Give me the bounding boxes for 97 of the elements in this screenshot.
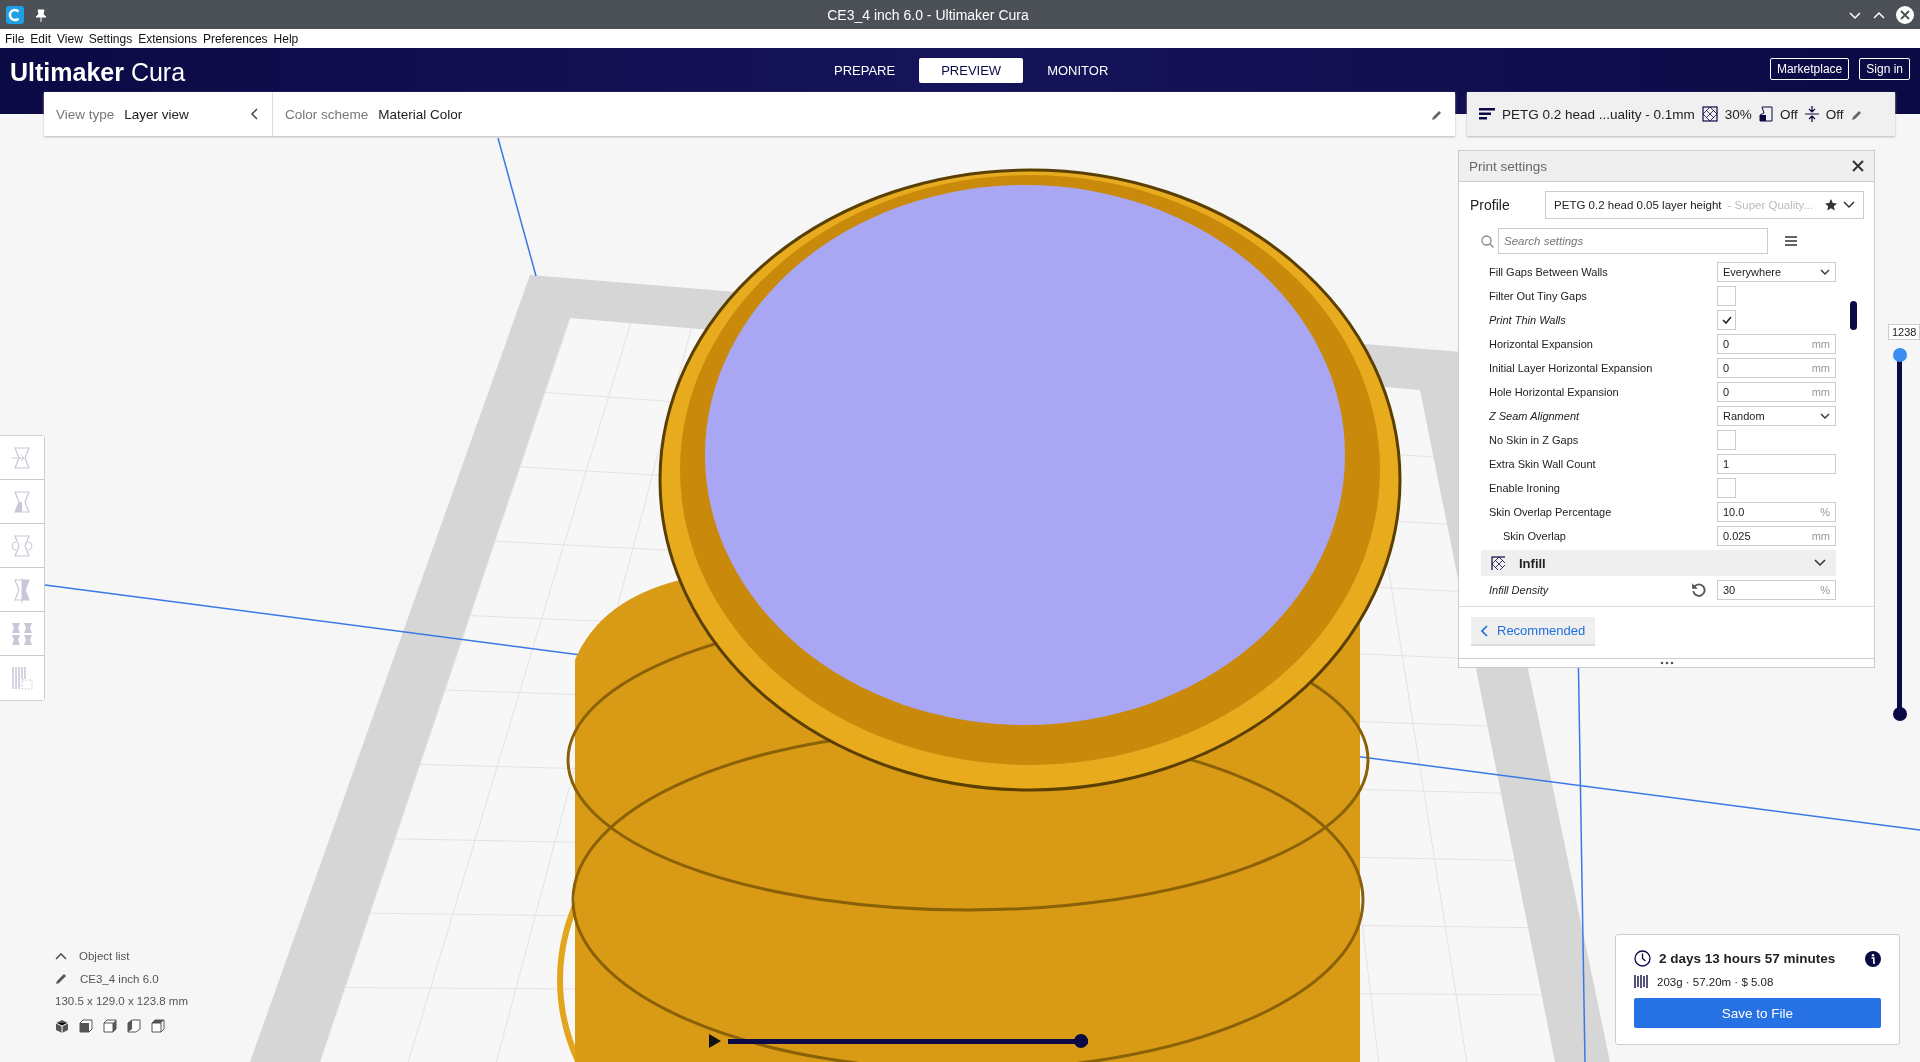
- save-to-file-button[interactable]: Save to File: [1634, 998, 1881, 1028]
- setting-label: Horizontal Expansion: [1488, 338, 1594, 350]
- panel-title: Print settings: [1469, 158, 1548, 174]
- input-field[interactable]: 0.025 mm: [1717, 526, 1836, 546]
- cube-icon[interactable]: [127, 1019, 141, 1033]
- setting-label: Z Seam Alignment: [1488, 410, 1581, 422]
- input-field[interactable]: 1: [1717, 454, 1836, 474]
- setting-label: Extra Skin Wall Count: [1488, 458, 1597, 470]
- menu-item[interactable]: Help: [270, 31, 302, 46]
- object-name: CE3_4 inch 6.0: [80, 972, 159, 985]
- info-icon[interactable]: [1865, 950, 1881, 967]
- setting-label: Fill Gaps Between Walls: [1488, 266, 1609, 278]
- color-scheme-label: Color scheme: [285, 106, 369, 122]
- scrollbar[interactable]: [1850, 301, 1857, 330]
- infill-icon: [1701, 106, 1718, 122]
- cube-icon[interactable]: [55, 1019, 69, 1033]
- recommended-button[interactable]: Recommended: [1471, 617, 1596, 646]
- close-icon[interactable]: [1852, 160, 1864, 172]
- chevron-down-icon: [1843, 201, 1855, 209]
- setting-label: Skin Overlap Percentage: [1488, 506, 1613, 518]
- view-type-label: View type: [56, 106, 115, 122]
- input-field[interactable]: 30 %: [1717, 580, 1836, 600]
- setting-label: Hole Horizontal Expansion: [1488, 386, 1620, 398]
- object-list-toggle[interactable]: Object list: [79, 950, 130, 962]
- menu-item[interactable]: Preferences: [199, 31, 271, 46]
- chevron-left-icon[interactable]: [250, 108, 260, 120]
- star-icon: [1825, 199, 1837, 211]
- layer-slider-handle[interactable]: [1893, 707, 1907, 721]
- profile-lines-icon: [1479, 107, 1495, 121]
- support-value: Off: [1779, 106, 1798, 122]
- input-field[interactable]: 0 mm: [1717, 382, 1836, 402]
- chevron-down-icon: [1820, 412, 1830, 420]
- menu-item[interactable]: Extensions: [135, 31, 200, 46]
- dropdown[interactable]: Random: [1717, 406, 1836, 426]
- stage-tab[interactable]: PREPARE: [810, 58, 920, 83]
- print-setup-bar[interactable]: PETG 0.2 head ...uality - 0.1mm 30% Off Off: [1467, 92, 1895, 136]
- setting-label: Initial Layer Horizontal Expansion: [1488, 362, 1654, 374]
- window-title: CE3_4 inch 6.0 - Ultimaker Cura: [826, 6, 1030, 23]
- clock-icon: [1634, 950, 1651, 967]
- checkbox[interactable]: [1717, 430, 1736, 450]
- close-icon[interactable]: [1896, 5, 1914, 24]
- input-field[interactable]: 0 mm: [1717, 334, 1836, 354]
- profile-label: Profile: [1470, 197, 1511, 213]
- stage-tab[interactable]: PREVIEW: [919, 58, 1024, 83]
- pin-icon[interactable]: [34, 7, 48, 22]
- filament-spool-icon: [1634, 974, 1649, 989]
- checkbox[interactable]: [1717, 286, 1736, 306]
- profile-dropdown[interactable]: PETG 0.2 head 0.05 layer height - Super Quality...: [1545, 191, 1864, 219]
- drag-handle-icon[interactable]: [1659, 661, 1674, 665]
- search-field[interactable]: Search settings: [1498, 228, 1768, 254]
- input-field[interactable]: 0 mm: [1717, 358, 1836, 378]
- menu-icon[interactable]: [1785, 236, 1797, 246]
- menu-item[interactable]: Settings: [85, 31, 136, 46]
- checkbox[interactable]: [1717, 478, 1736, 498]
- adhesion-icon: [1804, 106, 1819, 122]
- category-header[interactable]: Infill: [1481, 550, 1836, 576]
- support-icon: [1758, 106, 1773, 122]
- cube-icon[interactable]: [151, 1019, 165, 1033]
- adhesion-value: Off: [1825, 106, 1844, 122]
- setting-label: No Skin in Z Gaps: [1488, 434, 1580, 446]
- marketplace-button[interactable]: Marketplace: [1769, 58, 1850, 80]
- chevron-up-icon[interactable]: [55, 952, 67, 960]
- setting-label: Enable Ironing: [1488, 482, 1561, 494]
- setting-label: Skin Overlap: [1502, 530, 1567, 542]
- play-icon[interactable]: [708, 1033, 722, 1049]
- setting-label: Print Thin Walls: [1488, 314, 1567, 326]
- chevron-left-icon: [1481, 624, 1489, 637]
- menu-item[interactable]: File: [2, 31, 28, 46]
- stage-tab[interactable]: MONITOR: [1023, 58, 1133, 83]
- chevron-down-icon: [1814, 559, 1826, 567]
- profile-summary: PETG 0.2 head ...uality - 0.1mm: [1502, 106, 1695, 122]
- sign-in-button[interactable]: Sign in: [1859, 58, 1910, 80]
- search-icon: [1481, 234, 1494, 248]
- layer-slider-handle[interactable]: [1893, 348, 1907, 362]
- menu-item[interactable]: Edit: [27, 31, 55, 46]
- infill-icon: [1491, 556, 1505, 570]
- app-logo-icon: [6, 5, 24, 24]
- reset-icon[interactable]: [1691, 582, 1707, 598]
- setting-label: Filter Out Tiny Gaps: [1488, 290, 1588, 302]
- input-field[interactable]: 10.0 %: [1717, 502, 1836, 522]
- checkmark-icon: [1721, 316, 1732, 324]
- dropdown[interactable]: Everywhere: [1717, 262, 1836, 282]
- color-scheme-value[interactable]: Material Color: [378, 106, 463, 122]
- view-type-value[interactable]: Layer view: [124, 106, 189, 122]
- infill-value: 30%: [1724, 106, 1752, 122]
- object-dimensions: 130.5 x 129.0 x 123.8 mm: [55, 995, 188, 1007]
- print-time: 2 days 13 hours 57 minutes: [1659, 951, 1837, 966]
- chevron-down-icon: [1820, 268, 1830, 276]
- checkbox[interactable]: [1717, 310, 1736, 330]
- setting-label: Infill Density: [1488, 584, 1550, 596]
- pencil-icon: [55, 972, 68, 985]
- cube-icon[interactable]: [79, 1019, 93, 1033]
- app-logo: Ultimaker Cura: [10, 58, 187, 87]
- menu-item[interactable]: View: [54, 31, 86, 46]
- material-estimate: 203g · 57.20m · $ 5.08: [1657, 975, 1774, 988]
- cube-icon[interactable]: [103, 1019, 117, 1033]
- layer-number[interactable]: 1238: [1888, 324, 1920, 340]
